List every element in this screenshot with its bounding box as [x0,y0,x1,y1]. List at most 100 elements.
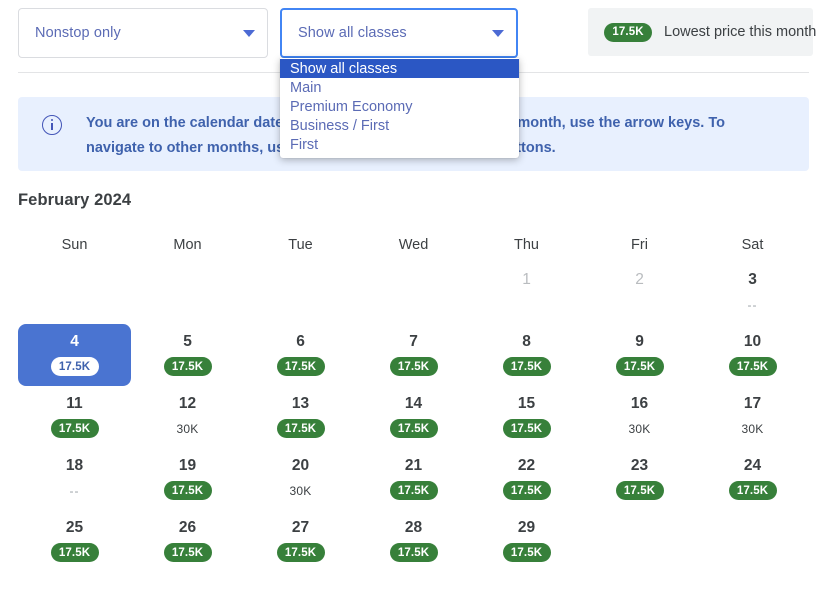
stops-filter-select[interactable]: Nonstop only [18,8,268,58]
legend-price-badge: 17.5K [604,22,652,42]
calendar-cell[interactable]: 13 17.5K [244,386,357,448]
calendar-day-number: 29 [517,519,536,536]
calendar-month-title: February 2024 [18,191,132,209]
calendar-day-number: 17 [743,395,762,412]
calendar-weekday-header: Thu [514,237,539,253]
calendar-day-number: 15 [517,395,536,412]
calendar-cell[interactable]: 12 30K [131,386,244,448]
dropdown-option-first[interactable]: First [280,135,519,154]
calendar-day-price-row: 17.5K [163,357,212,376]
calendar-cell[interactable]: 17 30K [696,386,809,448]
dropdown-option-premium-economy[interactable]: Premium Economy [280,97,519,116]
calendar-day-price-row: 17.5K [276,357,325,376]
info-circle-icon [42,115,62,135]
dropdown-option-label: First [290,136,319,153]
calendar-day-price-row: 17.5K [276,419,325,438]
calendar-cell[interactable]: 3 -- [696,262,809,324]
calendar-day-price-badge: 17.5K [163,543,212,562]
calendar-day-price-badge: 17.5K [276,357,325,376]
calendar-cell[interactable]: 21 17.5K [357,448,470,510]
calendar-cell: 1 [470,262,583,324]
cabin-class-dropdown-menu[interactable]: Show all classes Main Premium Economy Bu… [280,58,519,158]
calendar-day-price-text: 30K [289,483,312,498]
calendar-day-price-badge: 17.5K [502,419,551,438]
calendar-day-price-badge: 17.5K [728,481,777,500]
calendar-day-price-row: 17.5K [502,481,551,500]
calendar-day-price-text: 30K [741,421,764,436]
calendar-day-price-text: 30K [176,421,199,436]
calendar-day-price-badge: 17.5K [615,357,664,376]
calendar-cell[interactable]: 19 17.5K [131,448,244,510]
calendar-cell[interactable]: 24 17.5K [696,448,809,510]
calendar-day-number: 11 [66,395,83,412]
calendar-day-number: 5 [183,333,192,350]
calendar-cell-selected[interactable]: 4 17.5K [18,324,131,386]
calendar-cell[interactable]: 6 17.5K [244,324,357,386]
calendar-day-price-row: 17.5K [389,543,438,562]
calendar-day-price-badge: 17.5K [276,419,325,438]
calendar-weekday-header: Wed [398,237,429,253]
calendar-day-price-badge: 17.5K [389,543,438,562]
calendar-cell[interactable]: 14 17.5K [357,386,470,448]
calendar-day-number: 3 [748,271,757,288]
calendar-day-number: 22 [517,457,536,474]
calendar-day-price-badge: 17.5K [389,419,438,438]
calendar-cell[interactable]: 16 30K [583,386,696,448]
calendar-cell[interactable]: 27 17.5K [244,510,357,572]
calendar-day-number: 1 [522,271,531,288]
calendar-day-price-row: -- [748,295,758,314]
calendar-day-price-row: 17.5K [389,419,438,438]
calendar-day-number: 2 [635,271,644,288]
calendar-cell[interactable]: 29 17.5K [470,510,583,572]
calendar-cell[interactable]: 7 17.5K [357,324,470,386]
calendar-day-price-badge: 17.5K [276,543,325,562]
calendar-day-price-badge: 17.5K [502,481,551,500]
calendar-cell[interactable]: 26 17.5K [131,510,244,572]
lowest-price-legend: 17.5K Lowest price this month [588,8,816,56]
calendar-day-number: 8 [522,333,531,350]
calendar-day-price-row: 17.5K [502,419,551,438]
calendar-day-price-badge: 17.5K [50,357,99,376]
calendar-day-number: 28 [404,519,423,536]
calendar-day-number: 26 [178,519,197,536]
calendar-day-number: 18 [65,457,84,474]
dropdown-option-business-first[interactable]: Business / First [280,116,519,135]
calendar-cell[interactable]: 23 17.5K [583,448,696,510]
calendar-cell[interactable]: 18 -- [18,448,131,510]
calendar-day-number: 12 [178,395,197,412]
calendar-day-number: 13 [291,395,310,412]
dropdown-option-show-all-classes[interactable]: Show all classes [280,59,519,78]
calendar-day-price-row: 17.5K [50,543,99,562]
dropdown-option-label: Premium Economy [290,98,413,115]
calendar-cell[interactable]: 25 17.5K [18,510,131,572]
calendar-day-price-row: 17.5K [728,481,777,500]
calendar-day-price-row: 17.5K [163,481,212,500]
calendar-cell[interactable]: 10 17.5K [696,324,809,386]
cabin-class-filter-select[interactable]: Show all classes [280,8,518,58]
calendar-cell[interactable]: 15 17.5K [470,386,583,448]
calendar-cell[interactable]: 11 17.5K [18,386,131,448]
dropdown-option-main[interactable]: Main [280,78,519,97]
calendar-day-number: 21 [404,457,423,474]
calendar-day-price-row: 17.5K [50,419,99,438]
calendar-day-price-badge: 17.5K [50,419,99,438]
calendar-cell[interactable]: 28 17.5K [357,510,470,572]
calendar-cell[interactable]: 5 17.5K [131,324,244,386]
calendar-cell[interactable]: 22 17.5K [470,448,583,510]
calendar-day-price-row: 30K [629,419,651,438]
calendar-cell[interactable]: 8 17.5K [470,324,583,386]
calendar-day-number: 23 [630,457,649,474]
calendar-day-price-row: 17.5K [389,481,438,500]
calendar-day-price-row: 17.5K [163,543,212,562]
calendar-day-number: 25 [65,519,84,536]
calendar-cell[interactable]: 9 17.5K [583,324,696,386]
calendar-weekday-header: Tue [288,237,313,253]
dropdown-option-label: Show all classes [290,60,398,77]
calendar-day-number: 24 [743,457,762,474]
calendar-cell[interactable]: 20 30K [244,448,357,510]
calendar-day-price-row: 17.5K [389,357,438,376]
calendar-day-number: 6 [296,333,305,350]
calendar-day-number: 20 [291,457,310,474]
calendar-day-price-badge: 17.5K [163,481,212,500]
calendar-day-price-badge: 17.5K [389,357,438,376]
